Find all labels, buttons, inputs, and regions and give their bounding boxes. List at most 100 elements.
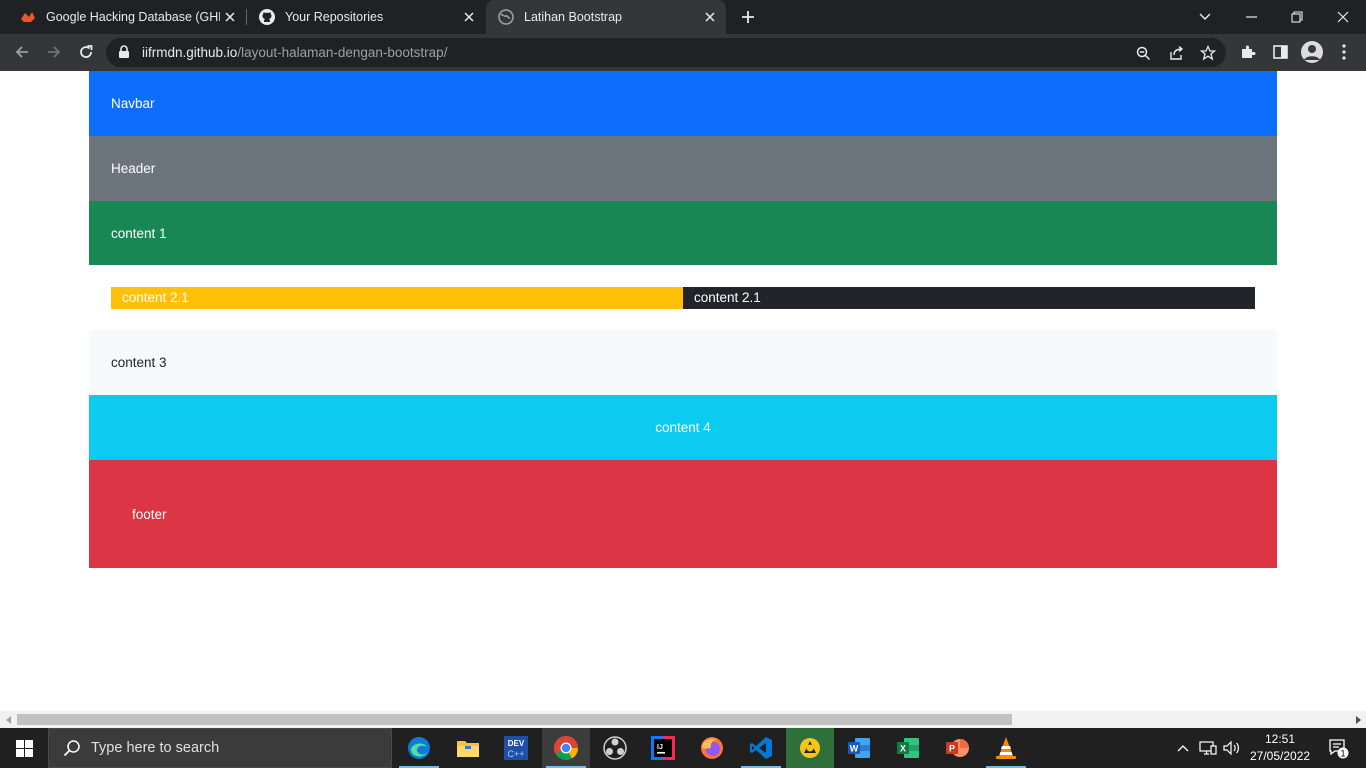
lock-icon[interactable]: [118, 45, 130, 64]
svg-text:DEV: DEV: [508, 739, 525, 748]
svg-text:X: X: [900, 744, 906, 754]
firefox-icon[interactable]: [688, 728, 736, 768]
vlc-icon[interactable]: [982, 728, 1030, 768]
svg-text:P: P: [949, 744, 955, 754]
tab-title: Google Hacking Database (GHDB): [46, 10, 220, 24]
notification-count: 1: [1340, 748, 1345, 758]
show-hidden-icons-button[interactable]: [1172, 728, 1194, 768]
url-host: iifrmdn.github.io: [142, 45, 238, 60]
content-2-1-right-label: content 2.1: [694, 290, 761, 305]
start-button[interactable]: [0, 728, 48, 768]
dev-cpp-icon[interactable]: DEV C++: [492, 728, 540, 768]
content-2-1-right-column: content 2.1: [683, 286, 1255, 309]
edge-icon[interactable]: [395, 728, 443, 768]
volume-icon[interactable]: [1220, 728, 1244, 768]
network-icon[interactable]: [1196, 728, 1220, 768]
tab-title: Latihan Bootstrap: [524, 10, 622, 24]
clock-date: 27/05/2022: [1250, 749, 1311, 763]
extensions-button[interactable]: [1234, 38, 1262, 66]
close-icon: [1337, 11, 1349, 23]
arrow-right-icon: [48, 46, 61, 58]
tab-ghdb[interactable]: Google Hacking Database (GHDB): [8, 0, 246, 34]
obs-icon[interactable]: [591, 728, 639, 768]
scroll-left-arrow-icon[interactable]: [0, 711, 17, 728]
tab-github[interactable]: Your Repositories: [247, 0, 485, 34]
minimize-button[interactable]: [1228, 0, 1274, 34]
content-4-section: content 4: [89, 395, 1277, 460]
back-button[interactable]: [8, 38, 36, 66]
github-favicon: [259, 9, 275, 25]
navbar-section: Navbar: [89, 71, 1277, 136]
tab-latihan-bootstrap[interactable]: Latihan Bootstrap: [486, 0, 726, 34]
footer-label: footer: [132, 506, 167, 522]
puzzle-icon: [1242, 45, 1256, 58]
file-explorer-icon[interactable]: [444, 728, 492, 768]
content-2-1-left-column: content 2.1: [111, 286, 683, 309]
tab-strip: Google Hacking Database (GHDB) Your Repo…: [0, 0, 1366, 34]
restore-icon: [1291, 11, 1303, 23]
close-tab-icon[interactable]: [220, 7, 240, 27]
footer-section: footer: [89, 460, 1277, 568]
clock-time: 12:51: [1264, 732, 1296, 746]
content-1-label: content 1: [111, 225, 167, 241]
system-clock[interactable]: 12:51 27/05/2022: [1250, 731, 1310, 765]
content-3-label: content 3: [111, 355, 167, 370]
word-icon[interactable]: W: [835, 728, 883, 768]
search-placeholder: Type here to search: [91, 740, 220, 756]
new-tab-button[interactable]: [736, 5, 760, 29]
tab-search-button[interactable]: [1182, 0, 1228, 34]
windows-taskbar: Type here to search DEV C++ IJ W X P 12:…: [0, 728, 1366, 768]
scroll-right-arrow-icon[interactable]: [1349, 711, 1366, 728]
chevron-down-icon: [1199, 13, 1211, 20]
address-bar[interactable]: iifrmdn.github.io/layout-halaman-dengan-…: [106, 38, 1226, 67]
kebab-menu-icon: [1342, 44, 1346, 60]
arrow-left-icon: [15, 46, 28, 58]
profile-avatar[interactable]: [1298, 38, 1326, 66]
browser-toolbar: iifrmdn.github.io/layout-halaman-dengan-…: [0, 34, 1366, 71]
side-panel-icon: [1272, 45, 1288, 59]
url-text[interactable]: iifrmdn.github.io/layout-halaman-dengan-…: [142, 45, 447, 60]
restore-button[interactable]: [1274, 0, 1320, 34]
plus-icon: [742, 11, 754, 23]
side-panel-button[interactable]: [1266, 38, 1294, 66]
scrollbar-thumb[interactable]: [17, 714, 1012, 725]
close-window-button[interactable]: [1320, 0, 1366, 34]
exploit-db-favicon: [20, 9, 36, 25]
content-2-1-left-label: content 2.1: [122, 290, 189, 305]
forward-button[interactable]: [40, 38, 68, 66]
url-path: /layout-halaman-dengan-bootstrap/: [237, 45, 448, 60]
bookmark-star-icon[interactable]: [1196, 41, 1220, 65]
content-3-section: content 3: [89, 330, 1277, 395]
zoom-icon[interactable]: [1131, 41, 1155, 65]
page-container: Navbar Header content 1 content 2.1 cont…: [89, 71, 1277, 568]
close-tab-icon[interactable]: [459, 7, 479, 27]
reload-icon: [80, 45, 93, 58]
navbar-label: Navbar: [111, 96, 155, 111]
horizontal-scrollbar[interactable]: [0, 711, 1366, 728]
content-1-section: content 1: [89, 201, 1277, 265]
avatar-icon: [1301, 41, 1323, 63]
header-label: Header: [111, 161, 156, 176]
vscode-icon[interactable]: [737, 728, 785, 768]
globe-favicon: [498, 9, 514, 25]
taskbar-search-box[interactable]: Type here to search: [48, 728, 392, 768]
reload-button[interactable]: [72, 38, 100, 66]
app-icon[interactable]: [786, 728, 834, 768]
content-4-label: content 4: [655, 420, 711, 435]
share-icon[interactable]: [1164, 41, 1188, 65]
tab-title: Your Repositories: [285, 10, 384, 24]
powerpoint-icon[interactable]: P: [933, 728, 981, 768]
notification-center-button[interactable]: 1: [1318, 728, 1358, 768]
chrome-icon[interactable]: [542, 728, 590, 768]
header-section: Header: [89, 136, 1277, 201]
search-icon: [63, 739, 81, 757]
intellij-icon[interactable]: IJ: [639, 728, 687, 768]
menu-button[interactable]: [1330, 38, 1358, 66]
page-viewport: Navbar Header content 1 content 2.1 cont…: [0, 71, 1366, 711]
svg-text:W: W: [850, 744, 859, 754]
windows-logo-icon: [15, 739, 33, 757]
close-tab-icon[interactable]: [700, 7, 720, 27]
svg-text:C++: C++: [507, 749, 524, 759]
notification-icon: 1: [1329, 739, 1349, 759]
excel-icon[interactable]: X: [884, 728, 932, 768]
